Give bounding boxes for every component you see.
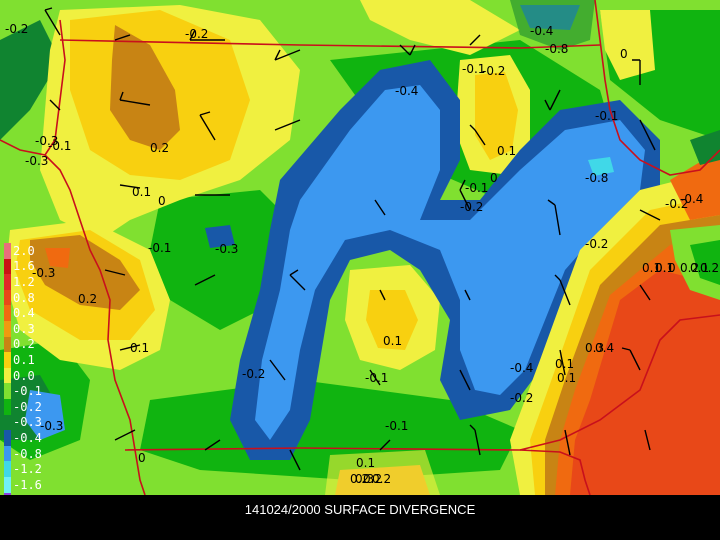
legend-entry: -0.4 <box>4 430 54 446</box>
legend-swatch <box>4 414 11 431</box>
contour-label: 0.1 <box>356 456 375 470</box>
contour-label: 0.2 <box>78 292 97 306</box>
legend-entry: -1.2 <box>4 461 54 477</box>
legend-label: 0.8 <box>13 290 35 305</box>
contour-label: 0.1 <box>383 334 402 348</box>
legend-entry: 2.0 <box>4 243 54 259</box>
map-caption: 141024/2000 SURFACE DIVERGENCE <box>244 502 476 517</box>
legend-entry: 1.2 <box>4 274 54 290</box>
legend-label: 1.6 <box>13 259 35 274</box>
legend-label: 0.4 <box>13 306 35 321</box>
divergence-map: -0.2 -0.2 -0.4 -0.8 0 -0.1 -0.2 0.2 0.1 … <box>0 0 720 495</box>
legend-swatch <box>4 243 11 259</box>
legend-swatch <box>4 289 11 306</box>
contour-label: -0.1 <box>385 419 408 433</box>
contour-label: 0 <box>138 451 146 465</box>
contour-label: -0.3 <box>25 154 48 168</box>
contour-label: 0 <box>158 194 166 208</box>
legend-label: 1.2 <box>13 274 35 289</box>
contour-label: 0.2 <box>372 472 391 486</box>
legend-label: 0.3 <box>13 321 35 336</box>
contour-label: -0.2 <box>242 367 265 381</box>
legend-entry: 0.4 <box>4 305 54 321</box>
contour-label: -0.2 <box>510 391 533 405</box>
contour-label: -0.2 <box>460 200 483 214</box>
contour-label: -0.1 <box>465 181 488 195</box>
contour-label: 0 <box>620 47 628 61</box>
legend-label: -0.8 <box>13 446 42 461</box>
legend-swatch <box>4 305 11 321</box>
legend-entry: -0.1 <box>4 383 54 399</box>
legend-label: 0.2 <box>13 337 35 352</box>
legend-entry: 0.8 <box>4 289 54 306</box>
legend-label: -1.2 <box>13 462 42 477</box>
contour-label: -0.8 <box>585 171 608 185</box>
legend-swatch <box>4 430 11 446</box>
contour-label: 0.1 <box>497 144 516 158</box>
legend-swatch <box>4 476 11 493</box>
legend-label: 0.1 <box>13 352 35 367</box>
legend-entry: -0.3 <box>4 414 54 431</box>
contour-label: 0.1 <box>555 357 574 371</box>
contour-label: -0.4 <box>680 192 703 206</box>
contour-label: -0.8 <box>545 42 568 56</box>
legend-entry: 0.3 <box>4 320 54 337</box>
legend-entry: -1.6 <box>4 476 54 493</box>
contour-label: 0.4 <box>595 341 614 355</box>
legend-entry: 1.6 <box>4 258 54 275</box>
legend-swatch <box>4 445 11 462</box>
legend-swatch <box>4 383 11 399</box>
contour-label: 0.1 <box>130 341 149 355</box>
legend-swatch <box>4 398 11 415</box>
contour-label: -0.2 <box>585 237 608 251</box>
contour-label: 0.2 <box>700 261 719 275</box>
legend-entry: 0.1 <box>4 352 54 368</box>
color-legend: 2.0 1.6 1.2 0.8 0.4 0.3 0.2 0.1 0.0 -0.1 -0.2 -0.3-… <box>4 243 54 509</box>
legend-label: -0.2 <box>13 399 42 414</box>
legend-swatch <box>4 336 11 353</box>
contour-label: -0.4 <box>510 361 533 375</box>
legend-label: -1.6 <box>13 477 42 492</box>
contour-label: -0.4 <box>395 84 418 98</box>
contour-label: 0.1 <box>132 185 151 199</box>
legend-swatch <box>4 258 11 275</box>
legend-swatch <box>4 367 11 384</box>
contour-label: -0.2 <box>482 64 505 78</box>
contour-label: -0.2 <box>5 22 28 36</box>
legend-entry: -0.2 <box>4 398 54 415</box>
contour-label: -0.4 <box>530 24 553 38</box>
contour-label: -0.1 <box>48 139 71 153</box>
legend-entry: 0.0 <box>4 367 54 384</box>
legend-swatch <box>4 461 11 477</box>
legend-label: -0.4 <box>13 430 42 445</box>
contour-label: -0.1 <box>148 241 171 255</box>
legend-label: 0.0 <box>13 368 35 383</box>
legend-swatch <box>4 352 11 368</box>
contour-label: 0.2 <box>150 141 169 155</box>
legend-label: 2.0 <box>13 243 35 258</box>
legend-entry: -0.8 <box>4 445 54 462</box>
contour-label: -0.1 <box>365 371 388 385</box>
legend-swatch <box>4 320 11 337</box>
legend-label: -0.1 <box>13 384 42 399</box>
legend-swatch <box>4 274 11 290</box>
contour-label: -0.3 <box>215 242 238 256</box>
contour-label: 0 <box>490 171 498 185</box>
legend-label: -0.3 <box>13 415 42 430</box>
contour-label: -0.1 <box>595 109 618 123</box>
legend-entry: 0.2 <box>4 336 54 353</box>
contour-label: 0.1 <box>655 261 674 275</box>
contour-label: -0.2 <box>185 27 208 41</box>
contour-label: 0.1 <box>557 371 576 385</box>
